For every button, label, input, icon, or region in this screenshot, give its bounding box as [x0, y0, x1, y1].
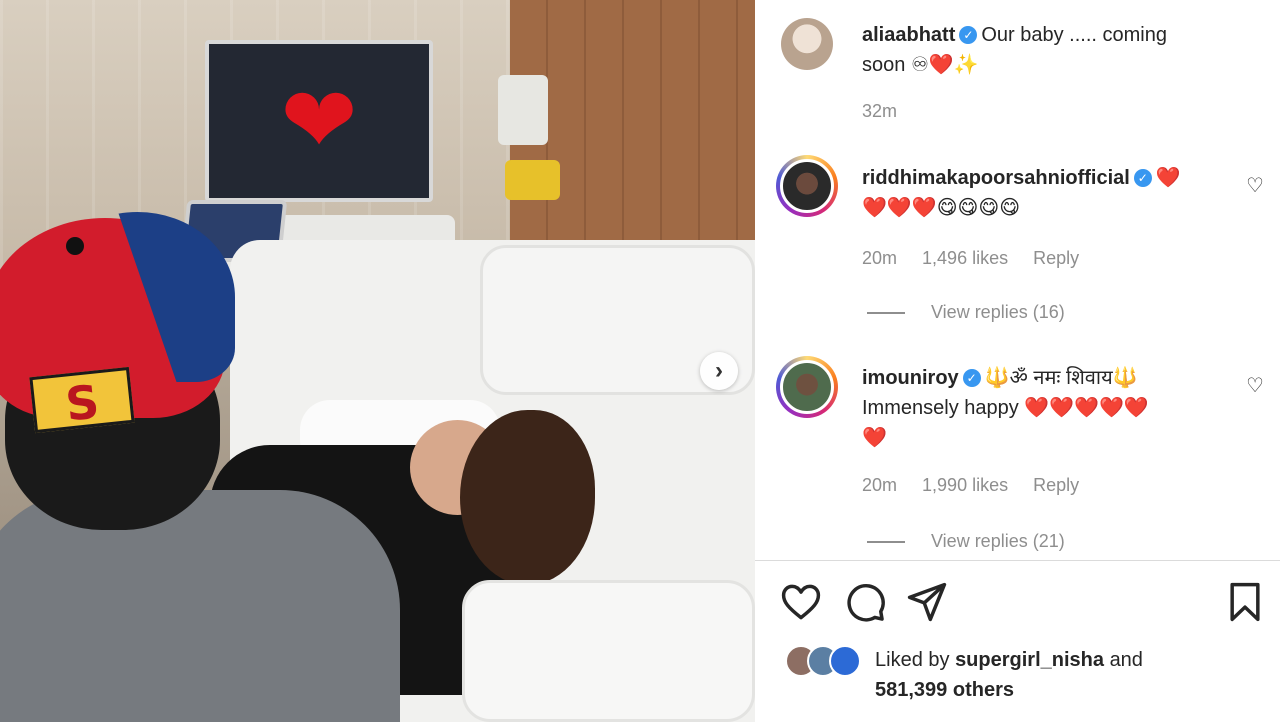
replies-dash: [867, 540, 905, 543]
ultrasound-monitor: ❤: [205, 40, 433, 202]
comment-icon[interactable]: [843, 580, 887, 624]
post-sidebar: aliaabhatt ✓ Our baby ..... coming soon ♾❤…: [755, 0, 1280, 722]
comment-likes[interactable]: 1,496 likes: [922, 248, 1008, 268]
liked-by-others[interactable]: 581,399 others: [875, 679, 1014, 701]
verified-icon: ✓: [1133, 169, 1152, 187]
man-figure: [0, 490, 400, 722]
divider: [755, 560, 1280, 561]
comment-username[interactable]: riddhimakapoorsahniofficial: [862, 167, 1130, 189]
view-replies-label: View replies (16): [931, 302, 1065, 322]
commenter-avatar[interactable]: [776, 356, 838, 418]
cap-logo: S: [29, 366, 135, 434]
replies-dash: [867, 311, 905, 314]
author-avatar[interactable]: [781, 18, 833, 70]
comment-username[interactable]: imouniroy: [862, 367, 959, 389]
caption: aliaabhatt ✓ Our baby ..... coming soon ♾❤…: [862, 20, 1262, 80]
bed-footboard: [462, 580, 755, 722]
like-heart-icon[interactable]: [779, 580, 823, 624]
liked-by-user[interactable]: supergirl_nisha: [955, 649, 1104, 671]
author-username[interactable]: aliaabhatt: [862, 24, 955, 46]
share-icon[interactable]: [905, 580, 949, 624]
like-comment-heart-icon[interactable]: ♡: [1244, 375, 1266, 397]
caption-emojis: ♾❤️✨: [910, 54, 979, 76]
view-replies-label: View replies (21): [931, 531, 1065, 551]
liked-by-prefix: Liked by: [875, 649, 950, 671]
view-replies-button[interactable]: View replies (16): [867, 302, 1065, 323]
cap-button: [66, 237, 84, 255]
comment-text-line3: ❤️: [862, 427, 887, 449]
comment-text: ❤️: [1155, 167, 1181, 189]
comment: imouniroy ✓ 🔱ॐ नमः शिवाय🔱 Immensely happy …: [862, 363, 1232, 453]
comment-likes[interactable]: 1,990 likes: [922, 475, 1008, 495]
heart-emoji-overlay: ❤: [280, 70, 358, 172]
gas-valve: [505, 160, 560, 200]
likes-summary: Liked by supergirl_nisha and 581,399 oth…: [785, 645, 1143, 705]
comment-text-line2: ❤️❤️❤️😋😋😋😋: [862, 197, 1021, 219]
comment-time: 20m: [862, 475, 898, 495]
post-photo[interactable]: ❤ S ›: [0, 0, 755, 722]
liker-avatars[interactable]: [785, 645, 867, 679]
verified-icon: ✓: [962, 369, 981, 387]
woman-hair: [460, 410, 595, 585]
comment-text: 🔱ॐ नमः शिवाय🔱: [984, 367, 1138, 389]
reply-button[interactable]: Reply: [1033, 475, 1079, 495]
bookmark-icon[interactable]: [1223, 580, 1267, 624]
commenter-avatar[interactable]: [776, 155, 838, 217]
wall-medical-panel: [498, 75, 548, 145]
caption-text-line2: soon: [862, 54, 906, 76]
likes-text: Liked by supergirl_nisha and 581,399 oth…: [875, 645, 1143, 705]
comment-meta: 20m 1,496 likes Reply: [862, 248, 1099, 269]
like-comment-heart-icon[interactable]: ♡: [1244, 175, 1266, 197]
view-replies-button[interactable]: View replies (21): [867, 531, 1065, 552]
comment-time: 20m: [862, 248, 898, 268]
reply-button[interactable]: Reply: [1033, 248, 1079, 268]
caption-text: Our baby ..... coming: [981, 24, 1167, 46]
post-time: 32m: [862, 101, 898, 121]
comment-meta: 20m 1,990 likes Reply: [862, 475, 1099, 496]
chevron-right-icon: ›: [715, 357, 723, 384]
comment: riddhimakapoorsahniofficial ✓ ❤️ ❤️❤️❤️😋😋😋…: [862, 163, 1232, 223]
verified-icon: ✓: [959, 26, 978, 44]
liked-by-and: and: [1109, 649, 1143, 671]
next-photo-button[interactable]: ›: [700, 352, 738, 390]
comment-text-line2: Immensely happy ❤️❤️❤️❤️❤️: [862, 397, 1149, 419]
liker-avatar: [829, 645, 861, 677]
